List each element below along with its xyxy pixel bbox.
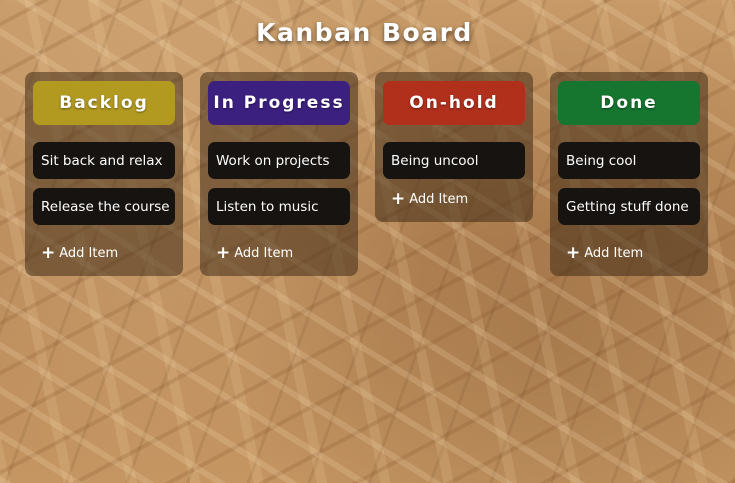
add-item-button[interactable]: + Add Item — [208, 245, 350, 262]
plus-icon: + — [41, 243, 56, 263]
add-item-button[interactable]: + Add Item — [383, 191, 525, 208]
add-item-button[interactable]: + Add Item — [558, 245, 700, 262]
list-item[interactable]: Getting stuff done — [558, 188, 700, 225]
column-header-on-hold: On-hold — [383, 81, 525, 125]
add-item-label: Add Item — [584, 246, 644, 261]
column-header-in-progress: In Progress — [208, 81, 350, 125]
column-header-done: Done — [558, 81, 700, 125]
plus-icon: + — [216, 243, 231, 263]
list-item[interactable]: Listen to music — [208, 188, 350, 225]
column-on-hold: On-hold Being uncool + Add Item — [375, 72, 533, 222]
column-done: Done Being cool Getting stuff done + Add… — [550, 72, 708, 276]
list-item[interactable]: Being uncool — [383, 142, 525, 179]
kanban-board: Backlog Sit back and relax Release the c… — [25, 72, 708, 276]
list-item[interactable]: Being cool — [558, 142, 700, 179]
add-item-label: Add Item — [234, 246, 294, 261]
list-item[interactable]: Sit back and relax — [33, 142, 175, 179]
column-in-progress: In Progress Work on projects Listen to m… — [200, 72, 358, 276]
add-item-button[interactable]: + Add Item — [33, 245, 175, 262]
list-item[interactable]: Release the course — [33, 188, 175, 225]
plus-icon: + — [566, 243, 581, 263]
list-item[interactable]: Work on projects — [208, 142, 350, 179]
column-backlog: Backlog Sit back and relax Release the c… — [25, 72, 183, 276]
page-title: Kanban Board — [256, 18, 473, 47]
plus-icon: + — [391, 189, 406, 209]
add-item-label: Add Item — [409, 192, 469, 207]
column-header-backlog: Backlog — [33, 81, 175, 125]
add-item-label: Add Item — [59, 246, 119, 261]
